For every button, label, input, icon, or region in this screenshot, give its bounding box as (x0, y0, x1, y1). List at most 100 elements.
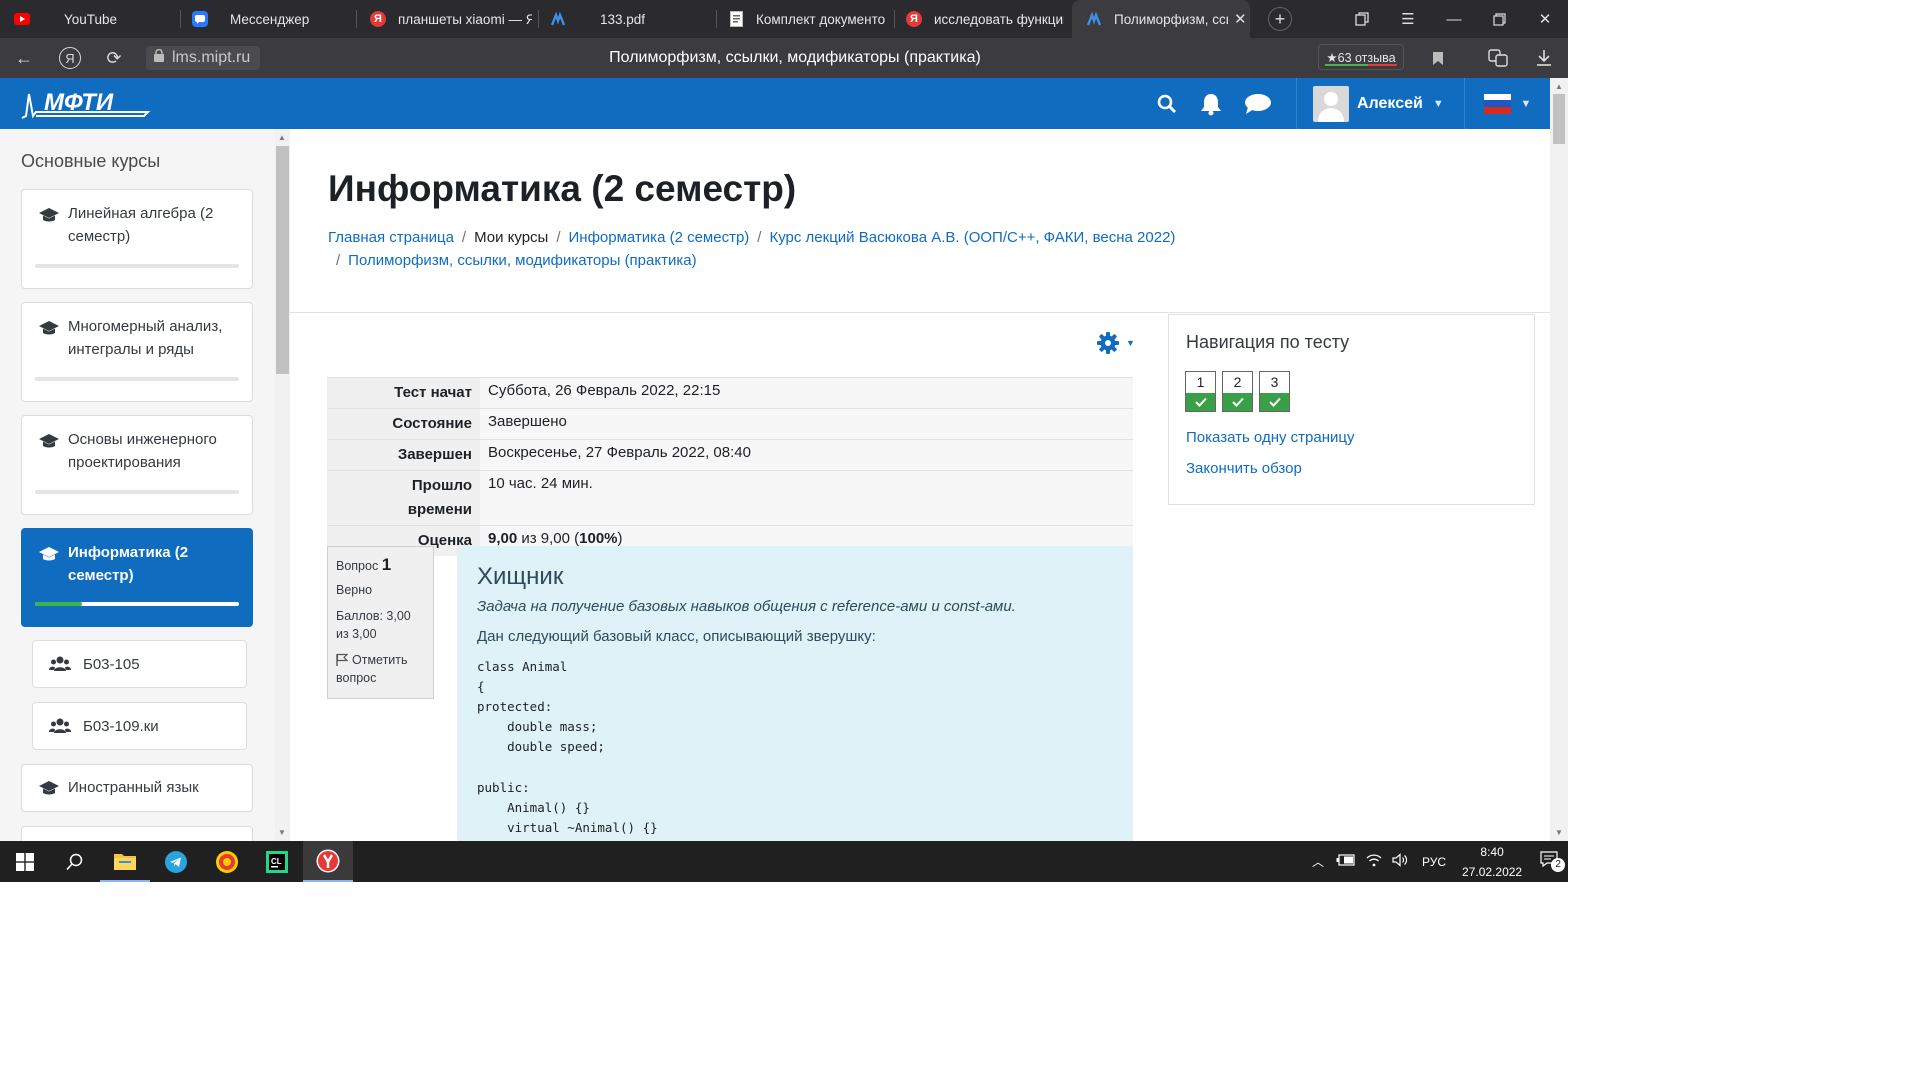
windows-start-icon[interactable] (0, 841, 50, 882)
page-header (290, 129, 1550, 313)
url-field[interactable]: lms.mipt.ru (146, 46, 260, 70)
yandex-home-icon[interactable]: Я (50, 38, 90, 78)
scroll-down-arrow-icon[interactable]: ▼ (1555, 828, 1563, 837)
course-label: Информатика (2 семестр) (68, 544, 189, 584)
question-content: Хищник Задача на получение базовых навык… (457, 546, 1133, 846)
scroll-up-arrow-icon[interactable]: ▲ (278, 133, 286, 142)
tab-messenger[interactable]: Мессенджер (192, 0, 348, 38)
file-explorer-icon[interactable] (100, 841, 150, 882)
reload-icon[interactable]: ⟳ (94, 38, 134, 78)
chevron-down-icon: ▼ (1126, 338, 1135, 348)
sidebar-scrollbar-thumb[interactable] (276, 146, 289, 374)
input-language[interactable]: РУС (1422, 855, 1446, 869)
graduation-cap-icon (39, 208, 59, 222)
scroll-up-arrow-icon[interactable]: ▲ (1555, 82, 1563, 91)
user-menu[interactable]: Алексей ▼ (1296, 78, 1464, 129)
close-tab-icon[interactable]: ✕ (1234, 10, 1247, 28)
telegram-icon[interactable] (151, 841, 201, 882)
flag-question-link[interactable]: Отметить вопрос (336, 651, 425, 687)
minimize-icon[interactable]: — (1432, 0, 1476, 38)
breadcrumb-lectures[interactable]: Курс лекций Васюкова А.В. (ООП/С++, ФАКИ… (769, 229, 1175, 246)
sidebar-group-b03-109[interactable]: Б03-109.ки (32, 702, 247, 750)
back-icon[interactable]: ← (4, 38, 44, 78)
quiz-nav-question-1[interactable]: 1 (1185, 371, 1216, 412)
menu-icon[interactable]: ☰ (1386, 0, 1430, 38)
sidebar-course-linear-algebra[interactable]: Линейная алгебра (2 семестр) (21, 189, 253, 289)
course-label: Иностранный язык (68, 779, 199, 796)
tabs-overview-icon[interactable] (1340, 0, 1384, 38)
new-tab-icon[interactable]: + (1268, 7, 1292, 31)
search-icon[interactable] (1148, 78, 1186, 129)
table-row: Тест начат Суббота, 26 Февраль 2022, 22:1… (327, 377, 1133, 409)
user-name: Алексей (1357, 94, 1423, 112)
sidebar-course-multivariable-analysis[interactable]: Многомерный анализ, интегралы и ряды (21, 302, 253, 402)
page-scrollbar[interactable] (1550, 78, 1568, 841)
language-menu[interactable]: ▼ (1464, 78, 1550, 129)
youtube-icon (14, 11, 30, 27)
show-one-page-link[interactable]: Показать одну страницу (1186, 429, 1354, 446)
close-window-icon[interactable]: ✕ (1522, 0, 1568, 38)
avatar (1313, 85, 1349, 122)
wifi-icon[interactable] (1366, 853, 1382, 870)
messages-icon[interactable] (1238, 78, 1278, 129)
bookmark-icon[interactable] (1418, 38, 1458, 78)
yandex-browser-icon[interactable] (303, 841, 353, 882)
translate-icon[interactable] (1478, 38, 1518, 78)
battery-icon[interactable] (1336, 854, 1356, 869)
sidebar-group-b03-105[interactable]: Б03-105 (32, 640, 247, 688)
breadcrumb-home[interactable]: Главная страница (328, 229, 454, 246)
question-info: Вопрос 1 Верно Баллов: 3,00 из 3,00 Отме… (327, 546, 434, 699)
sidebar-course-foreign-language[interactable]: Иностранный язык (21, 764, 253, 812)
breadcrumb-activity[interactable]: Полиморфизм, ссылки, модификаторы (практ… (348, 252, 696, 269)
download-icon[interactable] (1524, 38, 1564, 78)
moodle-icon (550, 11, 566, 27)
bell-icon[interactable] (1192, 78, 1230, 129)
search-icon[interactable] (50, 841, 100, 882)
reviews-badge[interactable]: ★63 отзыва (1318, 44, 1404, 70)
question-description: Дан следующий базовый класс, описывающий… (477, 628, 876, 645)
page-title: Информатика (2 семестр) (328, 168, 797, 209)
tab-yandex-function[interactable]: Я исследовать функцию (906, 0, 1064, 38)
restore-icon[interactable] (1477, 0, 1521, 38)
gear-icon (1097, 332, 1119, 354)
clock-time: 8:40 (1480, 844, 1504, 859)
breadcrumb-separator: / (556, 229, 561, 246)
users-icon (49, 656, 71, 671)
yandex-music-icon[interactable] (202, 841, 252, 882)
russian-flag-icon (1483, 93, 1511, 114)
chevron-up-icon[interactable]: ︿ (1312, 853, 1324, 870)
settings-menu[interactable]: ▼ (1096, 330, 1140, 356)
moodle-icon (1086, 11, 1102, 27)
mipt-logo[interactable]: МФТИ (18, 82, 154, 124)
tab-yandex-search[interactable]: Я планшеты xiaomi — Я (370, 0, 532, 38)
flag-icon (336, 653, 349, 666)
page-scrollbar-thumb[interactable] (1553, 94, 1565, 144)
finish-review-link[interactable]: Закончить обзор (1186, 460, 1302, 477)
breadcrumb: Главная страница / Мои курсы / Информатика (… (328, 226, 1228, 272)
quiz-nav-question-2[interactable]: 2 (1222, 371, 1253, 412)
tab-active-polymorphism[interactable]: Полиморфизм, ссы ✕ (1072, 0, 1250, 38)
breadcrumb-my-courses: Мои курсы (474, 229, 549, 246)
tab-pdf[interactable]: 133.pdf (550, 0, 710, 38)
breadcrumb-course[interactable]: Информатика (2 семестр) (569, 229, 750, 246)
sidebar-course-informatics[interactable]: Информатика (2 семестр) (21, 528, 253, 627)
quiz-nav-question-3[interactable]: 3 (1259, 371, 1290, 412)
clion-icon[interactable]: CL (252, 841, 302, 882)
question-intro: Задача на получение базовых навыков обще… (477, 598, 1016, 615)
breadcrumb-separator: / (757, 229, 762, 246)
table-row: Прошло времени 10 час. 24 мин. (327, 470, 1133, 526)
sidebar-title: Основные курсы (21, 151, 161, 171)
table-row: Состояние Завершено (327, 408, 1133, 440)
clock-date: 27.02.2022 (1462, 864, 1523, 879)
sidebar-course-engineering-design[interactable]: Основы инженерного проектирования (21, 415, 253, 515)
clock[interactable]: 8:40 27.02.2022 (1462, 842, 1522, 882)
course-label: Основы инженерного проектирования (68, 431, 217, 471)
notification-count: 2 (1551, 857, 1566, 872)
tab-youtube[interactable]: YouTube (14, 0, 174, 38)
graduation-cap-icon (39, 781, 59, 795)
scroll-down-arrow-icon[interactable]: ▼ (278, 828, 286, 837)
users-icon (49, 718, 71, 733)
volume-icon[interactable] (1392, 853, 1408, 870)
notifications-icon[interactable]: 2 (1540, 850, 1566, 873)
tab-documents[interactable]: Комплект документо (728, 0, 886, 38)
